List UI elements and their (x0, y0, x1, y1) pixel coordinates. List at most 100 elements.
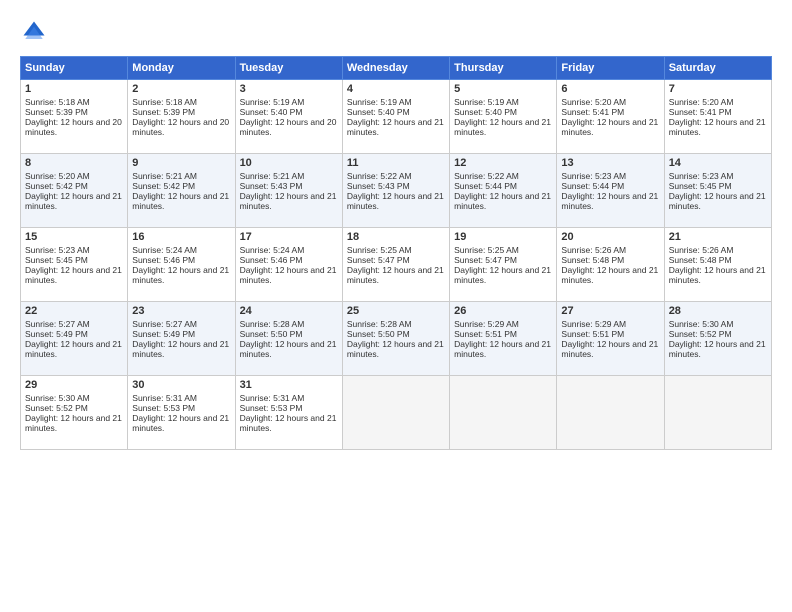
day-cell: 6Sunrise: 5:20 AMSunset: 5:41 PMDaylight… (557, 80, 664, 154)
sunrise-text: Sunrise: 5:21 AM (240, 171, 305, 181)
sunset-text: Sunset: 5:50 PM (347, 329, 410, 339)
calendar-table: SundayMondayTuesdayWednesdayThursdayFrid… (20, 56, 772, 450)
sunset-text: Sunset: 5:51 PM (454, 329, 517, 339)
daylight-text: Daylight: 12 hours and 21 minutes. (25, 265, 122, 285)
day-number: 24 (240, 305, 338, 317)
day-cell: 24Sunrise: 5:28 AMSunset: 5:50 PMDayligh… (235, 302, 342, 376)
day-number: 6 (561, 83, 659, 95)
sunset-text: Sunset: 5:43 PM (240, 181, 303, 191)
day-cell: 12Sunrise: 5:22 AMSunset: 5:44 PMDayligh… (450, 154, 557, 228)
daylight-text: Daylight: 12 hours and 21 minutes. (240, 339, 337, 359)
sunset-text: Sunset: 5:47 PM (347, 255, 410, 265)
sunset-text: Sunset: 5:42 PM (132, 181, 195, 191)
sunrise-text: Sunrise: 5:19 AM (240, 97, 305, 107)
sunrise-text: Sunrise: 5:29 AM (454, 319, 519, 329)
day-number: 21 (669, 231, 767, 243)
sunrise-text: Sunrise: 5:24 AM (240, 245, 305, 255)
day-number: 23 (132, 305, 230, 317)
day-number: 29 (25, 379, 123, 391)
daylight-text: Daylight: 12 hours and 20 minutes. (25, 117, 122, 137)
sunrise-text: Sunrise: 5:23 AM (561, 171, 626, 181)
day-number: 20 (561, 231, 659, 243)
sunset-text: Sunset: 5:51 PM (561, 329, 624, 339)
day-number: 5 (454, 83, 552, 95)
daylight-text: Daylight: 12 hours and 21 minutes. (132, 413, 229, 433)
daylight-text: Daylight: 12 hours and 21 minutes. (240, 413, 337, 433)
day-number: 3 (240, 83, 338, 95)
header-cell-saturday: Saturday (664, 57, 771, 80)
sunrise-text: Sunrise: 5:31 AM (132, 393, 197, 403)
day-number: 31 (240, 379, 338, 391)
sunrise-text: Sunrise: 5:21 AM (132, 171, 197, 181)
day-cell: 10 Sunrise: 5:21 AMSunset: 5:43 PMDayligh… (235, 154, 342, 228)
sunrise-text: Sunrise: 5:20 AM (669, 97, 734, 107)
week-row-1: 1Sunrise: 5:18 AMSunset: 5:39 PMDaylight… (21, 80, 772, 154)
day-number: 7 (669, 83, 767, 95)
day-cell: 23Sunrise: 5:27 AMSunset: 5:49 PMDayligh… (128, 302, 235, 376)
daylight-text: Daylight: 12 hours and 21 minutes. (561, 191, 658, 211)
sunset-text: Sunset: 5:44 PM (454, 181, 517, 191)
day-cell: 18Sunrise: 5:25 AMSunset: 5:47 PMDayligh… (342, 228, 449, 302)
header (20, 18, 772, 46)
sunset-text: Sunset: 5:49 PM (25, 329, 88, 339)
day-number: 11 (347, 157, 445, 169)
header-cell-sunday: Sunday (21, 57, 128, 80)
sunset-text: Sunset: 5:40 PM (454, 107, 517, 117)
sunrise-text: Sunrise: 5:30 AM (669, 319, 734, 329)
daylight-text: Daylight: 12 hours and 21 minutes. (669, 265, 766, 285)
sunrise-text: Sunrise: 5:19 AM (454, 97, 519, 107)
logo-icon (20, 18, 48, 46)
sunrise-text: Sunrise: 5:18 AM (132, 97, 197, 107)
daylight-text: Daylight: 12 hours and 21 minutes. (347, 117, 444, 137)
header-cell-friday: Friday (557, 57, 664, 80)
daylight-text: Daylight: 12 hours and 21 minutes. (240, 191, 337, 211)
day-number: 10 (240, 157, 338, 169)
day-cell: 1 Sunrise: 5:18 AMSunset: 5:39 PMDaylight… (21, 80, 128, 154)
sunset-text: Sunset: 5:41 PM (669, 107, 732, 117)
day-number: 1 (25, 83, 123, 95)
day-cell (342, 376, 449, 450)
sunset-text: Sunset: 5:45 PM (25, 255, 88, 265)
day-cell: 13Sunrise: 5:23 AMSunset: 5:44 PMDayligh… (557, 154, 664, 228)
daylight-text: Daylight: 12 hours and 21 minutes. (669, 339, 766, 359)
sunrise-text: Sunrise: 5:18 AM (25, 97, 90, 107)
day-cell: 28Sunrise: 5:30 AMSunset: 5:52 PMDayligh… (664, 302, 771, 376)
sunrise-text: Sunrise: 5:22 AM (347, 171, 412, 181)
day-cell: 29Sunrise: 5:30 AMSunset: 5:52 PMDayligh… (21, 376, 128, 450)
daylight-text: Daylight: 12 hours and 21 minutes. (454, 191, 551, 211)
day-cell (450, 376, 557, 450)
daylight-text: Daylight: 12 hours and 20 minutes. (240, 117, 337, 137)
sunrise-text: Sunrise: 5:20 AM (561, 97, 626, 107)
daylight-text: Daylight: 12 hours and 21 minutes. (132, 191, 229, 211)
sunset-text: Sunset: 5:39 PM (25, 107, 88, 117)
sunrise-text: Sunrise: 5:20 AM (25, 171, 90, 181)
day-cell: 8Sunrise: 5:20 AMSunset: 5:42 PMDaylight… (21, 154, 128, 228)
daylight-text: Daylight: 12 hours and 21 minutes. (454, 339, 551, 359)
day-cell: 5Sunrise: 5:19 AMSunset: 5:40 PMDaylight… (450, 80, 557, 154)
sunrise-text: Sunrise: 5:26 AM (669, 245, 734, 255)
sunset-text: Sunset: 5:48 PM (669, 255, 732, 265)
day-number: 28 (669, 305, 767, 317)
sunrise-text: Sunrise: 5:26 AM (561, 245, 626, 255)
daylight-text: Daylight: 12 hours and 21 minutes. (132, 265, 229, 285)
sunset-text: Sunset: 5:39 PM (132, 107, 195, 117)
sunset-text: Sunset: 5:40 PM (240, 107, 303, 117)
day-cell: 4Sunrise: 5:19 AMSunset: 5:40 PMDaylight… (342, 80, 449, 154)
daylight-text: Daylight: 12 hours and 21 minutes. (561, 339, 658, 359)
daylight-text: Daylight: 12 hours and 21 minutes. (669, 117, 766, 137)
sunrise-text: Sunrise: 5:27 AM (25, 319, 90, 329)
daylight-text: Daylight: 12 hours and 21 minutes. (347, 339, 444, 359)
day-number: 18 (347, 231, 445, 243)
sunset-text: Sunset: 5:48 PM (561, 255, 624, 265)
logo (20, 18, 54, 46)
header-row: SundayMondayTuesdayWednesdayThursdayFrid… (21, 57, 772, 80)
day-cell: 3 Sunrise: 5:19 AMSunset: 5:40 PMDaylight… (235, 80, 342, 154)
day-cell: 30Sunrise: 5:31 AMSunset: 5:53 PMDayligh… (128, 376, 235, 450)
daylight-text: Daylight: 12 hours and 21 minutes. (132, 339, 229, 359)
sunrise-text: Sunrise: 5:27 AM (132, 319, 197, 329)
daylight-text: Daylight: 12 hours and 21 minutes. (25, 339, 122, 359)
week-row-2: 8Sunrise: 5:20 AMSunset: 5:42 PMDaylight… (21, 154, 772, 228)
header-cell-thursday: Thursday (450, 57, 557, 80)
day-number: 15 (25, 231, 123, 243)
sunrise-text: Sunrise: 5:23 AM (669, 171, 734, 181)
